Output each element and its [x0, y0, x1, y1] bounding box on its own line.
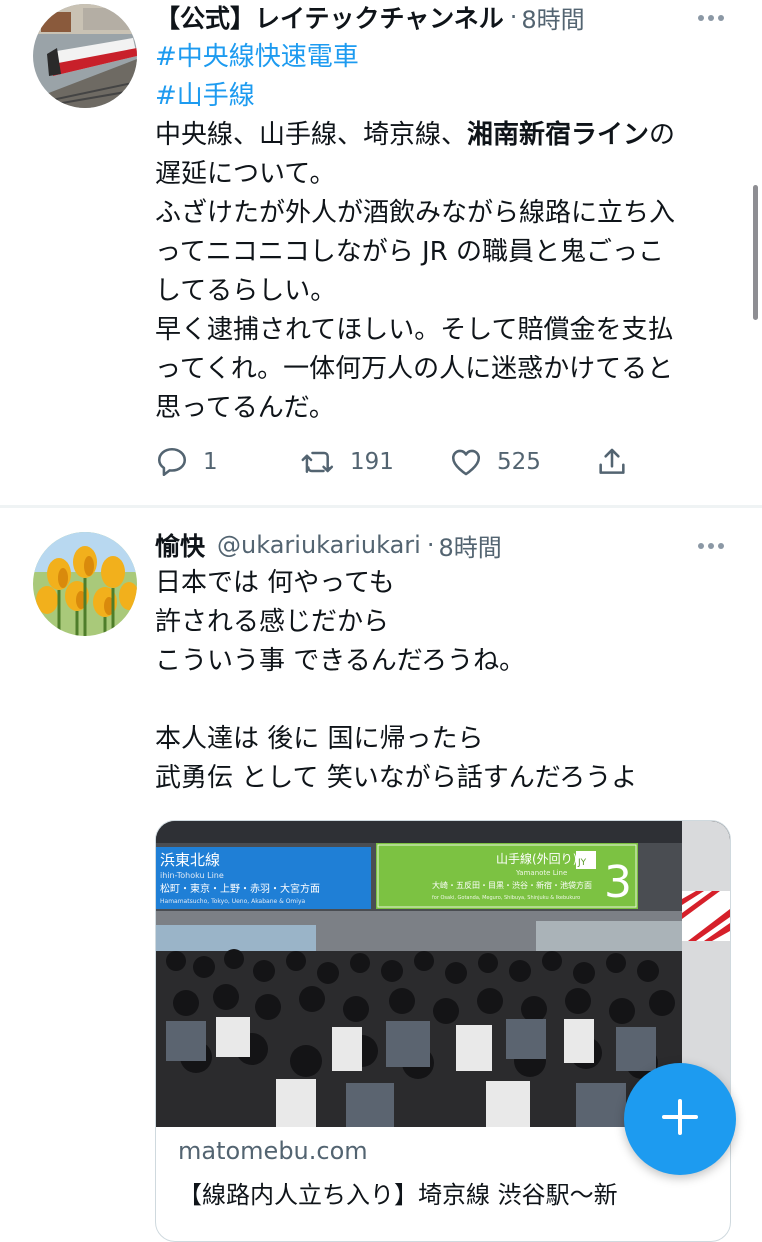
- retweet-arrows-icon: [300, 445, 336, 479]
- share-button[interactable]: [595, 442, 629, 482]
- text-line: こういう事 できるんだろうね。: [155, 646, 526, 676]
- tweet-text: 日本では 何やっても 許される感じだから こういう事 できるんだろうね。 本人達…: [155, 564, 726, 798]
- separator-dot: ·: [426, 531, 435, 559]
- sign-right-number: 3: [604, 857, 632, 908]
- timestamp[interactable]: 8時間: [521, 0, 584, 35]
- retweet-button[interactable]: 191: [300, 442, 394, 482]
- tweet-1[interactable]: 【公式】レイテックチャンネル · 8時間 #中央線快速電車 #山手線 中央線、山…: [0, 0, 762, 505]
- tweet-header: 愉快 @ukariukariukari · 8時間: [155, 528, 722, 562]
- sign-right-stations: 大崎・五反田・目黒・渋谷・新宿・池袋方面: [432, 880, 592, 890]
- text-line: 許される感じだから: [155, 607, 390, 637]
- sign-left-stations-en: Hamamatsucho, Tokyo, Ueno, Akabane & Omi…: [160, 898, 305, 905]
- sign-right-title: 山手線(外回り): [496, 851, 577, 866]
- sign-left-en: ihin-Tohoku Line: [160, 871, 224, 880]
- heart-outline-icon: [449, 445, 483, 479]
- display-name[interactable]: 愉快: [155, 527, 205, 563]
- link-card[interactable]: 浜東北線 ihin-Tohoku Line 松町・東京・上野・赤羽・大宮方面 H…: [155, 820, 731, 1242]
- text-line: ってくれ。一体何万人の人に迷惑かけてると: [155, 354, 674, 384]
- tweet-text: #中央線快速電車 #山手線 中央線、山手線、埼京線、湘南新宿ラインの 遅延につい…: [155, 38, 726, 428]
- like-button[interactable]: 525: [449, 442, 541, 482]
- scrollbar[interactable]: [753, 185, 758, 320]
- avatar[interactable]: [33, 532, 137, 636]
- like-count: 525: [497, 449, 541, 475]
- plus-compose-icon: [660, 1097, 700, 1141]
- share-upload-icon: [595, 445, 629, 479]
- sign-left-title: 浜東北線: [160, 851, 220, 869]
- sign-right-code: JY: [577, 858, 587, 868]
- more-options-icon[interactable]: [696, 8, 726, 28]
- card-title: 【線路内人立ち入り】埼京線 渋谷駅〜新: [178, 1181, 618, 1209]
- avatar[interactable]: [33, 4, 137, 108]
- reply-button[interactable]: 1: [155, 442, 218, 482]
- sign-right-en: Yamanote Line: [515, 869, 567, 877]
- separator-dot: ·: [509, 3, 518, 31]
- text-line: ふざけたが外人が酒飲みながら線路に立ち入: [155, 198, 676, 228]
- display-name[interactable]: 【公式】レイテックチャンネル: [155, 0, 504, 35]
- sign-right-stations-en: for Osaki, Gotanda, Meguro, Shibuya, Shi…: [432, 895, 580, 901]
- text-line: 遅延について。: [155, 159, 336, 189]
- tweet-actions: 1 191 525: [155, 442, 635, 482]
- card-domain: matomebu.com: [178, 1137, 368, 1165]
- comment-bubble-icon: [155, 445, 189, 479]
- text-line: 武勇伝 として 笑いながら話すんだろうよ: [155, 763, 638, 793]
- text-line: 日本では 何やっても: [155, 568, 395, 598]
- more-options-icon[interactable]: [696, 536, 726, 556]
- sign-left-stations: 松町・東京・上野・赤羽・大宮方面: [160, 882, 320, 895]
- compose-tweet-button[interactable]: [624, 1063, 736, 1175]
- hashtag-link[interactable]: #中央線快速電車: [155, 42, 359, 72]
- hashtag-link[interactable]: #山手線: [155, 81, 255, 111]
- text-line: 中央線、山手線、埼京線、湘南新宿ラインの: [155, 120, 676, 150]
- text-line: 本人達は 後に 国に帰ったら: [155, 724, 484, 754]
- tweet-header: 【公式】レイテックチャンネル · 8時間: [155, 0, 722, 34]
- bold-text: 湘南新宿ライン: [467, 120, 650, 150]
- text-line: 思ってるんだ。: [155, 393, 335, 423]
- user-handle[interactable]: @ukariukariukari: [217, 531, 421, 559]
- reply-count: 1: [203, 449, 218, 475]
- text-line: 早く逮捕されてほしい。そして賠償金を支払: [155, 315, 674, 345]
- timestamp[interactable]: 8時間: [438, 528, 501, 563]
- text-line: してるらしい。: [155, 276, 337, 306]
- retweet-count: 191: [350, 449, 394, 475]
- text-line: ってニコニコしながら JR の職員と鬼ごっこ: [155, 237, 664, 267]
